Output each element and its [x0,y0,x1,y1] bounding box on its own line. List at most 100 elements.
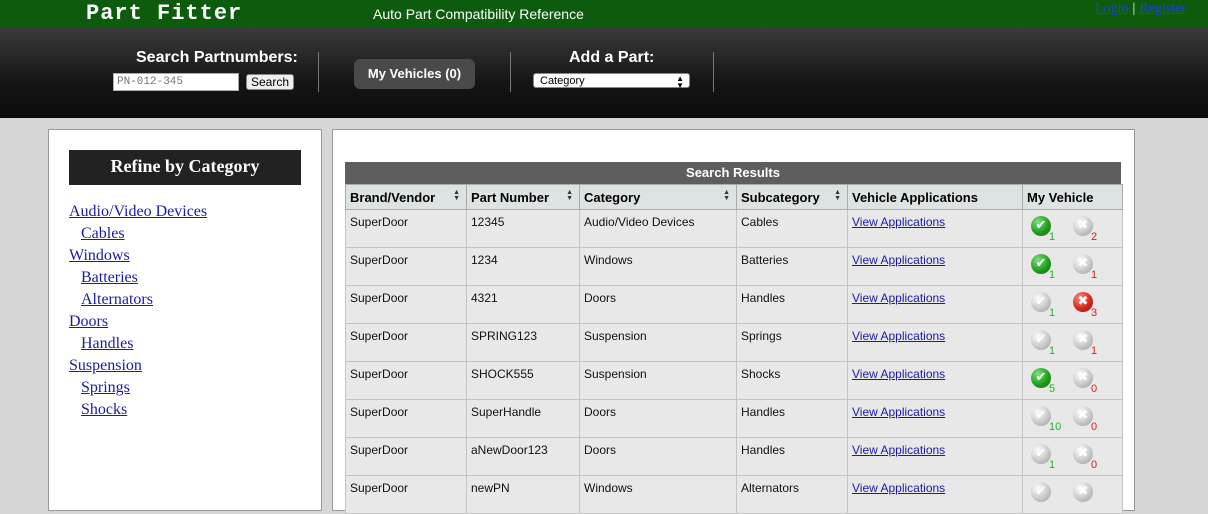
fit-status: ✔ 1 ✖ 2 [1027,215,1118,247]
subcategory-item: Alternators [69,290,207,312]
category-select[interactable]: Category ▲ ▼ [533,73,690,90]
check-icon[interactable]: ✔ [1031,482,1051,502]
cell-brand: SuperDoor [345,361,467,400]
table-header-row: Brand/Vendor ▲ ▼ Part Number ▲ ▼ Category ▲ ▼ Sub… [345,184,1123,210]
column-header[interactable]: Part Number ▲ ▼ [466,184,580,210]
cell-part: 12345 [466,209,580,248]
cell-brand: SuperDoor [345,399,467,438]
category-link[interactable]: Batteries [81,269,138,286]
cell-brand: SuperDoor [345,247,467,286]
nofit-count: 1 [1091,269,1098,281]
register-link[interactable]: Register [1139,1,1186,16]
results-panel: Search Results Brand/Vendor ▲ ▼ Part Number… [332,129,1135,514]
cell-subcategory: Handles [736,399,848,438]
column-header: My Vehicle [1022,184,1123,210]
table-row: SuperDoor newPN Windows Alternators View App… [345,475,1123,514]
subcategory-item: Handles [69,334,207,356]
category-link[interactable]: Doors [69,313,108,330]
fit-status: ✔ 1 ✖ 3 [1027,291,1118,323]
view-applications-link[interactable]: View Applications [852,405,945,419]
category-link[interactable]: Springs [81,379,130,396]
my-vehicles-button[interactable]: My Vehicles (0) [354,59,475,89]
category-link[interactable]: Suspension [69,357,142,374]
x-glyph: ✖ [1077,370,1089,385]
x-glyph: ✖ [1077,218,1089,233]
x-icon[interactable]: ✖ [1073,368,1093,388]
cell-applications: View Applications [847,209,1023,248]
category-link[interactable]: Windows [69,247,130,264]
login-link[interactable]: Login [1095,1,1128,16]
column-header[interactable]: Subcategory ▲ ▼ [736,184,848,210]
auth-separator: | [1132,1,1136,16]
check-glyph: ✔ [1035,370,1047,385]
x-icon[interactable]: ✖ [1073,482,1093,502]
check-icon[interactable]: ✔ [1031,406,1051,426]
auth-links: Login | Register [1095,1,1186,17]
cell-category: Doors [579,285,737,324]
table-row: SuperDoor 12345 Audio/Video Devices Cables V… [345,209,1123,248]
cell-applications: View Applications [847,247,1023,286]
check-glyph: ✔ [1035,256,1047,271]
site-logo[interactable]: Part Fitter [86,1,242,26]
x-glyph: ✖ [1077,446,1089,461]
sort-icon[interactable]: ▲ ▼ [834,189,841,202]
subcategory-item: Cables [69,224,207,246]
fit-status: ✔ 5 ✖ 0 [1027,367,1118,399]
check-glyph: ✔ [1035,408,1047,423]
check-icon[interactable]: ✔ [1031,292,1051,312]
partnumber-search-input[interactable] [113,73,239,91]
subcategory-item: Springs [69,378,207,400]
column-header-label: Vehicle Applications [852,189,978,205]
check-icon[interactable]: ✔ [1031,444,1051,464]
category-item: Doors [69,312,207,334]
cell-category: Windows [579,475,737,514]
cell-applications: View Applications [847,323,1023,362]
cell-part: SuperHandle [466,399,580,438]
category-link[interactable]: Audio/Video Devices [69,203,207,220]
check-glyph: ✔ [1035,294,1047,309]
view-applications-link[interactable]: View Applications [852,329,945,343]
cell-my-vehicle: ✔ 10 ✖ 0 [1022,399,1123,438]
column-header[interactable]: Category ▲ ▼ [579,184,737,210]
category-link[interactable]: Handles [81,335,133,352]
category-link[interactable]: Cables [81,225,125,242]
view-applications-link[interactable]: View Applications [852,443,945,457]
cell-part: newPN [466,475,580,514]
view-applications-link[interactable]: View Applications [852,215,945,229]
site-tagline: Auto Part Compatibility Reference [373,6,584,22]
subcategory-item: Shocks [69,400,207,422]
column-header-label: Part Number [471,189,550,205]
view-applications-link[interactable]: View Applications [852,253,945,267]
cell-part: aNewDoor123 [466,437,580,476]
sort-icon[interactable]: ▲ ▼ [453,189,460,202]
check-icon[interactable]: ✔ [1031,368,1051,388]
cell-my-vehicle: ✔ ✖ [1022,475,1123,514]
x-icon[interactable]: ✖ [1073,444,1093,464]
sort-icon[interactable]: ▲ ▼ [566,189,573,202]
x-icon[interactable]: ✖ [1073,330,1093,350]
column-header-label: My Vehicle [1027,189,1094,205]
cell-my-vehicle: ✔ 1 ✖ 1 [1022,323,1123,362]
category-link[interactable]: Alternators [81,291,153,308]
add-part-label: Add a Part: [569,49,655,66]
check-icon[interactable]: ✔ [1031,330,1051,350]
cell-part: 1234 [466,247,580,286]
view-applications-link[interactable]: View Applications [852,291,945,305]
check-icon[interactable]: ✔ [1031,216,1051,236]
search-button[interactable]: Search [246,74,294,90]
top-bar: Part Fitter Auto Part Compatibility Refe… [0,0,1208,28]
x-icon[interactable]: ✖ [1073,406,1093,426]
view-applications-link[interactable]: View Applications [852,367,945,381]
cell-subcategory: Handles [736,437,848,476]
fit-status: ✔ ✖ [1027,481,1118,513]
sort-icon[interactable]: ▲ ▼ [723,189,730,202]
category-link[interactable]: Shocks [81,401,127,418]
column-header[interactable]: Brand/Vendor ▲ ▼ [345,184,467,210]
x-icon[interactable]: ✖ [1073,216,1093,236]
x-icon[interactable]: ✖ [1073,292,1093,312]
x-icon[interactable]: ✖ [1073,254,1093,274]
cell-category: Doors [579,437,737,476]
cell-category: Suspension [579,361,737,400]
check-icon[interactable]: ✔ [1031,254,1051,274]
cell-part: SHOCK555 [466,361,580,400]
